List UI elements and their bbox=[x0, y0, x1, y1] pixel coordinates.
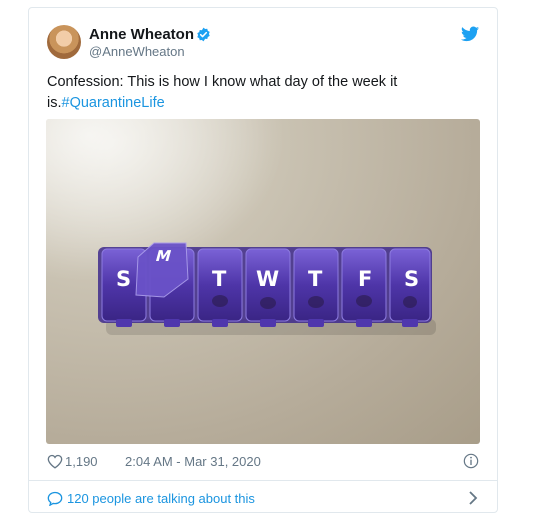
pill-letter-saturday: S bbox=[404, 267, 420, 291]
like-count[interactable]: 1,190 bbox=[65, 454, 98, 469]
author-avatar[interactable] bbox=[47, 25, 81, 59]
tweet-text: Confession: This is how I know what day … bbox=[47, 72, 467, 114]
pill-letter-wednesday: W bbox=[256, 267, 280, 291]
conversation-text[interactable]: 120 people are talking about this bbox=[67, 491, 255, 506]
conversation-link[interactable]: 120 people are talking about this bbox=[47, 490, 479, 508]
chat-bubble-icon bbox=[47, 491, 63, 506]
heart-icon[interactable] bbox=[47, 454, 63, 469]
verified-badge-icon bbox=[197, 27, 210, 42]
tweet-photo[interactable]: S M T W T F S bbox=[46, 119, 480, 444]
author-display-name[interactable]: Anne Wheaton bbox=[89, 26, 194, 43]
twitter-bird-icon[interactable] bbox=[461, 26, 479, 42]
chevron-right-icon[interactable] bbox=[467, 491, 479, 505]
author-handle[interactable]: @AnneWheaton bbox=[89, 44, 185, 59]
pill-letter-tuesday: T bbox=[212, 267, 227, 291]
info-icon[interactable] bbox=[463, 453, 479, 469]
pill-letter-sunday: S bbox=[116, 267, 132, 291]
pill-letter-thursday: T bbox=[308, 267, 323, 291]
pill-letter-friday: F bbox=[358, 267, 373, 291]
tweet-timestamp[interactable]: 2:04 AM - Mar 31, 2020 bbox=[125, 454, 261, 469]
divider bbox=[29, 480, 497, 481]
tweet-card[interactable]: Anne Wheaton @AnneWheaton Confession: Th… bbox=[28, 7, 498, 513]
tweet-footer: 1,190 2:04 AM - Mar 31, 2020 bbox=[47, 453, 479, 471]
hashtag-link[interactable]: #QuarantineLife bbox=[62, 95, 165, 111]
